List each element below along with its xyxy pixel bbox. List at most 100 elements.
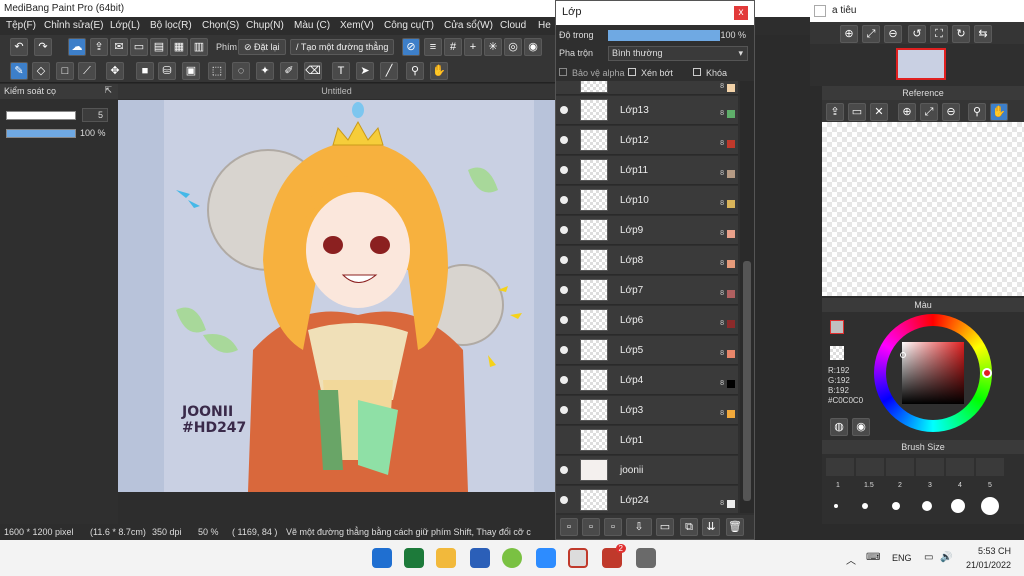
brush-opacity-slider[interactable] xyxy=(6,129,76,138)
artwork-canvas[interactable]: JOONII #HD247 xyxy=(118,100,555,492)
menu-file[interactable]: Tệp(F) xyxy=(6,20,36,31)
eye-icon[interactable] xyxy=(560,286,568,294)
eye-icon[interactable] xyxy=(560,316,568,324)
menu-window[interactable]: Cửa sổ(W) xyxy=(444,20,493,31)
no-snap-icon[interactable]: ⊘ xyxy=(402,38,420,56)
grid-snap-icon[interactable]: # xyxy=(444,38,462,56)
display-icon[interactable]: ▭ xyxy=(924,552,933,563)
foreground-color-swatch[interactable] xyxy=(830,320,844,334)
eye-icon[interactable] xyxy=(560,196,568,204)
zoom-in-icon[interactable]: ⊕ xyxy=(898,103,916,121)
trash-icon[interactable]: 🗑 xyxy=(726,518,744,536)
layer-row[interactable]: Lớp7 8 xyxy=(556,276,738,305)
zoom-app-icon[interactable] xyxy=(536,548,556,568)
parallel-snap-icon[interactable]: ≡ xyxy=(424,38,442,56)
brush-size-cell[interactable] xyxy=(946,458,974,476)
menu-help[interactable]: He xyxy=(538,20,551,31)
text-tool-icon[interactable]: T xyxy=(332,62,350,80)
zoom-in-icon[interactable]: ⊕ xyxy=(840,25,858,43)
brush-size-cell[interactable] xyxy=(886,458,914,476)
select-pen-icon[interactable]: ✐ xyxy=(280,62,298,80)
dot-tool-icon[interactable]: ⟋ xyxy=(78,62,96,80)
radial-snap-icon[interactable]: ✳ xyxy=(484,38,502,56)
reset-button[interactable]: ⊘ Đặt lại xyxy=(238,39,286,55)
operation-tool-icon[interactable]: ➤ xyxy=(356,62,374,80)
start-icon[interactable] xyxy=(372,548,392,568)
calculator-icon[interactable] xyxy=(636,548,656,568)
file-explorer-icon[interactable] xyxy=(436,548,456,568)
undo-icon[interactable]: ↶ xyxy=(10,38,28,56)
brush-size-cell[interactable] xyxy=(826,458,854,476)
layer-scrollbar[interactable] xyxy=(740,81,754,513)
add-layer-menu-icon[interactable]: ⇩ xyxy=(626,518,652,536)
brush-size-dot[interactable] xyxy=(951,499,965,513)
upload-icon[interactable]: ⇪ xyxy=(826,103,844,121)
eyedropper-icon[interactable]: ⚲ xyxy=(968,103,986,121)
eye-icon[interactable] xyxy=(560,106,568,114)
menu-view[interactable]: Xem(V) xyxy=(340,20,374,31)
background-color-swatch[interactable] xyxy=(830,346,844,360)
language-indicator[interactable]: ENG xyxy=(892,553,912,563)
cloud-icon[interactable]: ☁ xyxy=(68,38,86,56)
eraser-tool-icon[interactable]: ◇ xyxy=(32,62,50,80)
hand-tool-icon[interactable]: ✋ xyxy=(990,103,1008,121)
brush-size-dot[interactable] xyxy=(834,504,838,508)
redo-icon[interactable]: ↷ xyxy=(34,38,52,56)
layer-row-partial[interactable]: 8 xyxy=(556,81,738,95)
layer-row[interactable]: Lớp6 8 xyxy=(556,306,738,335)
duplicate-icon[interactable]: ⧉ xyxy=(680,518,698,536)
fit-icon[interactable]: ⤢ xyxy=(920,103,938,121)
close-icon[interactable]: ✕ xyxy=(870,103,888,121)
menu-edit[interactable]: Chỉnh sửa(E) xyxy=(44,20,104,31)
select-rect-icon[interactable]: ⬚ xyxy=(208,62,226,80)
eye-icon[interactable] xyxy=(560,406,568,414)
eyedropper-icon[interactable]: ⚲ xyxy=(406,62,424,80)
lock-checkbox[interactable] xyxy=(693,68,701,76)
chat-icon[interactable]: ▭ xyxy=(130,38,148,56)
brush-size-cell[interactable] xyxy=(856,458,884,476)
layer-row[interactable]: Lớp12 8 xyxy=(556,126,738,155)
menu-tools[interactable]: Công cụ(T) xyxy=(384,20,434,31)
open-folder-icon[interactable]: ▭ xyxy=(848,103,866,121)
brush-size-cell[interactable] xyxy=(916,458,944,476)
palette-icon[interactable]: ◍ xyxy=(830,418,848,436)
layer-row[interactable]: Lớp4 8 xyxy=(556,366,738,395)
brush-size-dot[interactable] xyxy=(922,501,932,511)
move-tool-icon[interactable]: ✥ xyxy=(106,62,124,80)
fill-rect-icon[interactable]: ■ xyxy=(136,62,154,80)
divide-tool-icon[interactable]: ╱ xyxy=(380,62,398,80)
chat-app-icon[interactable]: 2 xyxy=(602,544,626,568)
folder-icon[interactable]: ▭ xyxy=(656,518,674,536)
chevron-up-icon[interactable]: ︿ xyxy=(846,552,856,567)
clock-date[interactable]: 21/01/2022 xyxy=(966,560,1011,570)
layer-row[interactable]: joonii xyxy=(556,456,738,485)
reference-canvas[interactable] xyxy=(822,122,1024,296)
merge-down-icon[interactable]: ⇊ xyxy=(702,518,720,536)
clock-time[interactable]: 5:53 CH xyxy=(978,546,1011,556)
keyboard-icon[interactable]: ⌨ xyxy=(866,552,880,563)
new-layer-8bit-icon[interactable]: ▫ xyxy=(582,518,600,536)
eye-icon[interactable] xyxy=(560,136,568,144)
panel-icon[interactable]: ▥ xyxy=(190,38,208,56)
brush-size-dot[interactable] xyxy=(981,497,999,515)
menu-select[interactable]: Chọn(S) xyxy=(202,20,239,31)
select-eraser-icon[interactable]: ⌫ xyxy=(304,62,322,80)
brush-size-cell[interactable] xyxy=(976,458,1004,476)
layer-row[interactable]: Lớp9 8 xyxy=(556,216,738,245)
cross-snap-icon[interactable]: + xyxy=(464,38,482,56)
page-icon[interactable]: ▤ xyxy=(150,38,168,56)
grid-icon[interactable]: ▦ xyxy=(170,38,188,56)
layer-row[interactable]: Lớp3 8 xyxy=(556,396,738,425)
magic-wand-icon[interactable]: ✦ xyxy=(256,62,274,80)
protect-alpha-checkbox[interactable] xyxy=(559,68,567,76)
bucket-icon[interactable]: ⛁ xyxy=(158,62,176,80)
layer-row[interactable]: Lớp8 8 xyxy=(556,246,738,275)
canvas-tab[interactable]: Untitled xyxy=(118,84,555,99)
layer-row[interactable]: Lớp11 8 xyxy=(556,156,738,185)
hue-marker[interactable] xyxy=(982,368,992,378)
saturation-square[interactable] xyxy=(902,342,964,404)
comment-icon[interactable]: ✉ xyxy=(110,38,128,56)
fit-icon[interactable]: ⤢ xyxy=(862,25,880,43)
menu-cloud[interactable]: Cloud xyxy=(500,20,526,31)
word-icon[interactable] xyxy=(470,548,490,568)
